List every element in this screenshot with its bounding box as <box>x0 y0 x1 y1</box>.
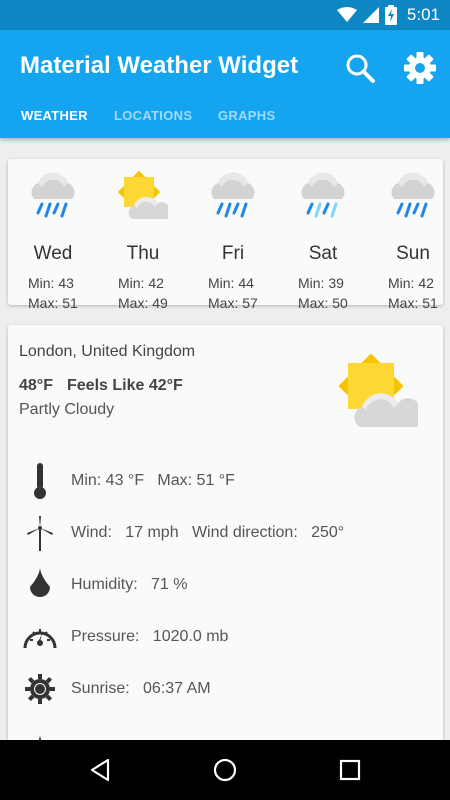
partly-cloudy-icon <box>338 353 418 427</box>
day-max-temp: Max: 51 <box>388 295 438 311</box>
forecast-day-wed[interactable]: Wed Min: 43 Max: 51 <box>18 171 108 311</box>
pressure-gauge-icon <box>22 619 58 655</box>
detail-text: Min: 43 °F Max: 51 °F <box>71 472 235 489</box>
day-name: Sat <box>308 243 338 264</box>
sunrise-icon <box>22 671 58 707</box>
day-max-temp: Max: 57 <box>208 295 258 311</box>
rain-icon <box>211 172 255 218</box>
day-min-temp: Min: 42 <box>388 275 434 291</box>
recents-button[interactable] <box>335 755 365 785</box>
detail-row-wind: Wind: 17 mph Wind direction: 250° <box>8 511 443 555</box>
detail-text: Pressure: 1020.0 mb <box>71 628 229 645</box>
day-name: Thu <box>126 243 160 264</box>
rain-icon <box>391 172 435 218</box>
back-triangle-icon <box>90 758 110 782</box>
humidity-drop-icon <box>22 567 58 603</box>
detail-text: Sunrise: 06:37 AM <box>71 680 211 697</box>
current-temperature: 48°F <box>19 377 53 394</box>
gear-icon <box>404 52 436 84</box>
status-icons: 5:01 <box>336 5 440 25</box>
day-min-temp: Min: 39 <box>298 275 344 291</box>
current-weather-card: London, United Kingdom 48°F Feels Like 4… <box>8 325 443 765</box>
day-name: Wed <box>33 243 73 264</box>
status-bar: 5:01 <box>0 0 450 30</box>
forecast-day-sat[interactable]: Sat Min: 39 Max: 50 <box>288 171 378 311</box>
day-max-temp: Max: 50 <box>298 295 348 311</box>
day-max-temp: Max: 51 <box>28 295 78 311</box>
day-min-temp: Min: 44 <box>208 275 254 291</box>
forecast-day-sun[interactable]: Sun Min: 42 Max: 51 <box>378 171 450 311</box>
forecast-day-fri[interactable]: Fri Min: 44 Max: 57 <box>198 171 288 311</box>
day-name: Sun <box>396 243 430 264</box>
day-name: Fri <box>221 243 245 264</box>
tab-bar: WEATHER LOCATIONS GRAPHS <box>0 108 450 138</box>
weather-condition: Partly Cloudy <box>19 401 115 418</box>
search-button[interactable] <box>340 48 380 88</box>
day-max-temp: Max: 49 <box>118 295 168 311</box>
wind-turbine-icon <box>22 515 58 551</box>
tab-weather[interactable]: WEATHER <box>21 108 88 138</box>
wifi-icon <box>336 7 357 22</box>
partly-cloudy-icon <box>117 171 168 219</box>
rain-icon <box>31 172 75 218</box>
home-button[interactable] <box>210 755 240 785</box>
forecast-card: Wed Min: 43 Max: 51 Thu Min: 42 Max: 49 … <box>8 159 443 311</box>
app-title: Material Weather Widget <box>20 52 299 79</box>
day-min-temp: Min: 42 <box>118 275 164 291</box>
settings-button[interactable] <box>400 48 440 88</box>
thermometer-icon <box>22 463 58 499</box>
back-button[interactable] <box>85 755 115 785</box>
location-name: London, United Kingdom <box>19 343 196 360</box>
day-min-temp: Min: 43 <box>28 275 74 291</box>
navigation-bar <box>0 740 450 800</box>
battery-charging-icon <box>384 5 397 25</box>
home-circle-icon <box>213 758 237 782</box>
sleet-icon <box>301 172 345 218</box>
detail-text: Humidity: 71 % <box>71 576 188 593</box>
detail-text: Wind: 17 mph Wind direction: 250° <box>71 524 345 541</box>
feels-like: Feels Like 42°F <box>67 377 183 394</box>
recents-square-icon <box>339 759 361 781</box>
detail-row-temperature: Min: 43 °F Max: 51 °F <box>8 459 443 503</box>
cell-signal-icon <box>362 7 379 23</box>
detail-row-humidity: Humidity: 71 % <box>8 563 443 607</box>
detail-row-pressure: Pressure: 1020.0 mb <box>8 615 443 659</box>
detail-row-sunrise: Sunrise: 06:37 AM <box>8 667 443 711</box>
tab-locations[interactable]: LOCATIONS <box>114 108 192 138</box>
forecast-day-thu[interactable]: Thu Min: 42 Max: 49 <box>108 171 198 311</box>
status-time: 5:01 <box>406 5 440 24</box>
tab-graphs[interactable]: GRAPHS <box>218 108 275 138</box>
search-icon <box>346 54 375 83</box>
app-bar: Material Weather Widget WEATHER LOCATION… <box>0 30 450 138</box>
